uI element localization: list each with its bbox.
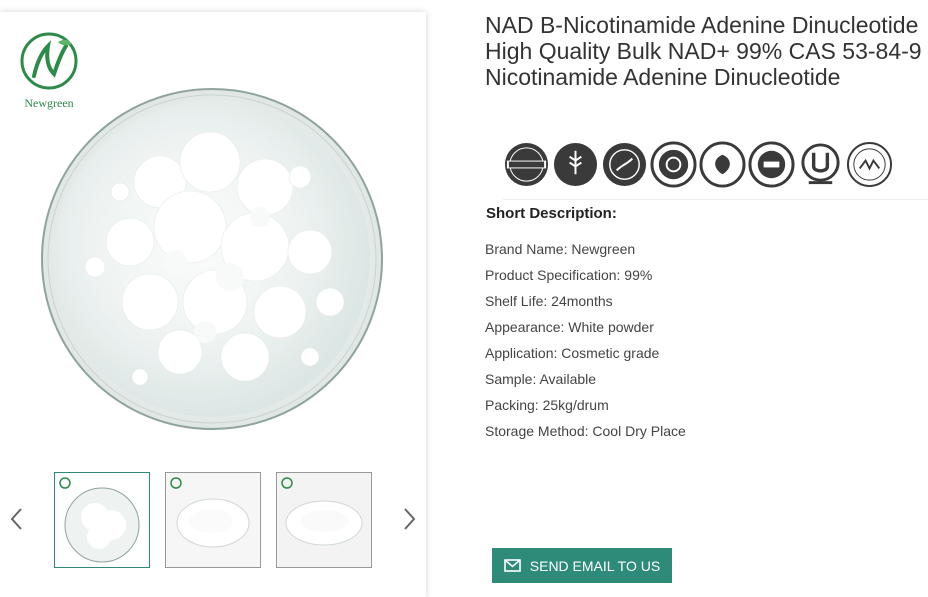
product-title: NAD B-Nicotinamide Adenine Dinucleotide …	[485, 12, 922, 90]
spec-appearance: Appearance: White powder	[485, 319, 654, 335]
vegan-friendly-badge	[699, 141, 746, 188]
chevron-right-icon[interactable]	[398, 504, 420, 534]
main-product-image[interactable]: Newgreen	[0, 12, 426, 460]
spec-packing: Packing: 25kg/drum	[485, 397, 609, 413]
send-email-label: SEND EMAIL TO US	[529, 557, 661, 574]
no-preservatives-badge	[650, 141, 697, 188]
spec-product-specification: Product Specification: 99%	[485, 267, 653, 283]
kosher-badge	[801, 143, 840, 185]
thumbnail-strip	[0, 470, 426, 570]
specification-list: Brand Name: Newgreen Product Specificati…	[485, 236, 686, 444]
spec-application: Application: Cosmetic grade	[485, 345, 660, 361]
chevron-left-icon[interactable]	[6, 504, 28, 534]
short-description-heading: Short Description:	[486, 205, 617, 222]
certification-badges	[503, 130, 928, 200]
spec-storage-method: Storage Method: Cool Dry Place	[485, 423, 686, 439]
spec-sample: Sample: Available	[485, 371, 597, 387]
spec-brand-name: Brand Name: Newgreen	[485, 241, 636, 257]
send-email-button[interactable]: SEND EMAIL TO US	[492, 548, 672, 583]
thumbnail-2[interactable]	[165, 472, 261, 568]
spec-shelf-life: Shelf Life: 24months	[485, 293, 613, 309]
product-gallery: Newgreen	[0, 12, 426, 597]
thumbnail-3[interactable]	[276, 472, 372, 568]
non-gmo-badge	[602, 142, 647, 187]
logo-text: Newgreen	[24, 96, 74, 110]
newgreen-logo: Newgreen	[18, 28, 80, 114]
thumbnail-1[interactable]	[54, 472, 150, 568]
sks-badge	[846, 141, 893, 188]
gmp-certified-badge	[748, 141, 795, 188]
envelope-icon	[503, 559, 521, 572]
natural-ingredients-badge	[504, 142, 549, 187]
gluten-free-badge	[553, 142, 598, 187]
